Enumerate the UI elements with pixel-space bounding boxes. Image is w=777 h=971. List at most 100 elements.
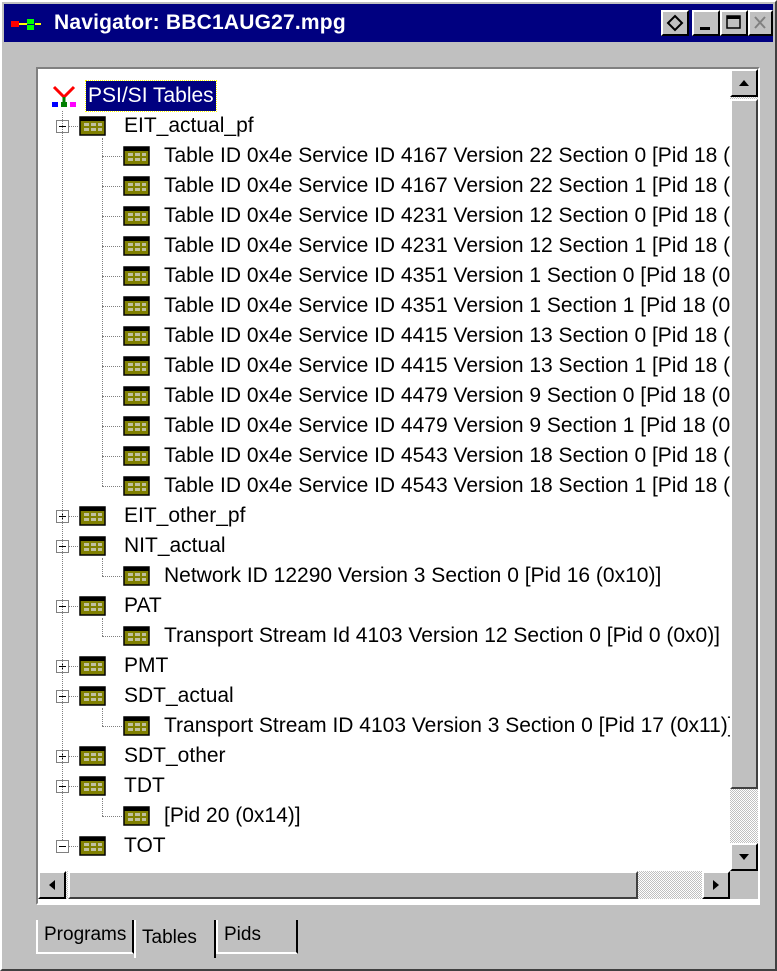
tree-connector: [102, 426, 122, 427]
tree-connector: [102, 636, 122, 637]
tree-leaf-item[interactable]: Transport Stream Id 4103 Version 12 Sect…: [164, 621, 720, 651]
tree-leaf-item[interactable]: Table ID 0x4e Service ID 4415 Version 13…: [164, 351, 730, 381]
tree-node-sdt-other[interactable]: SDT_other: [124, 741, 226, 771]
table-icon: [79, 776, 106, 796]
tree-leaf-item[interactable]: Network ID 12290 Version 3 Section 0 [Pi…: [164, 561, 661, 591]
navigator-window: Navigator: BBC1AUG27.mpg PSI/SI Tables EI…: [0, 0, 777, 971]
tree-leaf-item[interactable]: Transport Stream ID 4103 Version 3 Secti…: [164, 711, 730, 741]
tree-connector: [69, 516, 78, 517]
table-section-icon: [123, 806, 150, 826]
table-section-icon: [123, 716, 150, 736]
table-icon: [79, 746, 106, 766]
tab-pids[interactable]: Pids: [216, 920, 298, 954]
tree-connector: [102, 726, 122, 727]
tree-leaf-item[interactable]: Table ID 0x4e Service ID 4167 Version 22…: [164, 141, 730, 171]
tree-leaf-item[interactable]: Table ID 0x4e Service ID 4479 Version 9 …: [164, 381, 730, 411]
table-section-icon: [123, 236, 150, 256]
arrow-left-icon: [49, 880, 55, 890]
tree-leaf-item[interactable]: Table ID 0x4e Service ID 4167 Version 22…: [164, 171, 730, 201]
tree-leaf-item[interactable]: Table ID 0x4e Service ID 4479 Version 9 …: [164, 411, 730, 441]
tree-connector: [102, 186, 122, 187]
tree-node-nit-actual[interactable]: NIT_actual: [124, 531, 226, 561]
tree-connector: [102, 558, 103, 576]
tree-leaf-item[interactable]: Table ID 0x4e Service ID 4543 Version 18…: [164, 441, 730, 471]
close-icon: [754, 16, 766, 29]
table-section-icon: [123, 446, 150, 466]
table-section-icon: [123, 386, 150, 406]
tree-leaf-item[interactable]: Table ID 0x4e Service ID 4231 Version 12…: [164, 201, 730, 231]
table-section-icon: [123, 476, 150, 496]
tree-connector: [102, 708, 103, 726]
tree-leaf-item[interactable]: Table ID 0x4e Service ID 4231 Version 12…: [164, 231, 730, 261]
table-icon: [79, 656, 106, 676]
tree-node-pat[interactable]: PAT: [124, 591, 162, 621]
table-section-icon: [123, 296, 150, 316]
tree-connector: [102, 156, 122, 157]
scroll-right-button[interactable]: [702, 871, 730, 899]
tree-node-eit-actual-pf[interactable]: EIT_actual_pf: [124, 111, 254, 141]
arrow-down-icon: [739, 854, 749, 860]
close-button[interactable]: [748, 10, 773, 36]
title-bar[interactable]: Navigator: BBC1AUG27.mpg: [4, 4, 773, 42]
table-icon: [79, 686, 106, 706]
table-section-icon: [123, 266, 150, 286]
tree-connector: [102, 306, 122, 307]
table-icon: [79, 836, 106, 856]
tree-node-tdt[interactable]: TDT: [124, 771, 165, 801]
network-tree-icon: [52, 85, 76, 107]
minimize-button[interactable]: [692, 10, 720, 36]
scroll-up-button[interactable]: [730, 69, 758, 97]
tree-connector: [69, 846, 78, 847]
table-icon: [79, 536, 106, 556]
tree-node-eit-other-pf[interactable]: EIT_other_pf: [124, 501, 245, 531]
tree-connector: [102, 486, 122, 487]
tree-root-label[interactable]: PSI/SI Tables: [85, 80, 217, 112]
window-title: Navigator: BBC1AUG27.mpg: [54, 11, 346, 34]
table-section-icon: [123, 356, 150, 376]
table-section-icon: [123, 626, 150, 646]
psi-si-tree[interactable]: PSI/SI Tables EIT_actual_pf Table ID 0x4e …: [38, 69, 730, 871]
horizontal-scrollbar[interactable]: [38, 871, 730, 899]
tree-node-tot[interactable]: TOT: [124, 831, 166, 861]
tree-connector: [69, 606, 78, 607]
restore-button[interactable]: [661, 10, 689, 36]
tree-leaf-item[interactable]: Table ID 0x4e Service ID 4351 Version 1 …: [164, 291, 730, 321]
tree-panel: PSI/SI Tables EIT_actual_pf Table ID 0x4e …: [36, 67, 760, 905]
tab-programs[interactable]: Programs: [36, 920, 134, 954]
table-icon: [79, 506, 106, 526]
horizontal-scroll-thumb[interactable]: [68, 871, 638, 899]
tree-leaf-item[interactable]: [Pid 20 (0x14)]: [164, 801, 301, 831]
tree-connector: [102, 216, 122, 217]
tree-connector: [102, 366, 122, 367]
tab-strip: Programs Tables Pids: [10, 920, 769, 964]
table-section-icon: [123, 146, 150, 166]
tree-node-pmt[interactable]: PMT: [124, 651, 168, 681]
tree-leaf-item[interactable]: Table ID 0x4e Service ID 4415 Version 13…: [164, 321, 730, 351]
vertical-scroll-thumb[interactable]: [730, 99, 758, 789]
table-icon: [79, 116, 106, 136]
tree-connector: [102, 336, 122, 337]
tree-leaf-item[interactable]: Table ID 0x4e Service ID 4351 Version 1 …: [164, 261, 730, 291]
tree-connector: [102, 576, 122, 577]
tree-connector: [69, 126, 78, 127]
tree-connector: [69, 786, 78, 787]
tree-connector: [102, 456, 122, 457]
table-icon: [79, 596, 106, 616]
tree-node-sdt-actual[interactable]: SDT_actual: [124, 681, 234, 711]
tree-connector: [102, 138, 103, 486]
tree-connector: [69, 756, 78, 757]
scroll-down-button[interactable]: [730, 843, 758, 871]
tree-leaf-item[interactable]: Table ID 0x4e Service ID 4543 Version 18…: [164, 471, 730, 501]
tree-connector: [102, 618, 103, 636]
minimize-icon: [700, 27, 710, 30]
navigator-app-icon: [11, 19, 41, 30]
scroll-left-button[interactable]: [38, 871, 66, 899]
table-section-icon: [123, 206, 150, 226]
tree-connector: [69, 696, 78, 697]
vertical-scrollbar[interactable]: [730, 69, 758, 871]
collapse-toggle[interactable]: [56, 840, 69, 853]
tab-tables[interactable]: Tables: [134, 920, 216, 958]
maximize-icon: [726, 15, 741, 29]
maximize-button[interactable]: [720, 10, 748, 36]
table-section-icon: [123, 416, 150, 436]
